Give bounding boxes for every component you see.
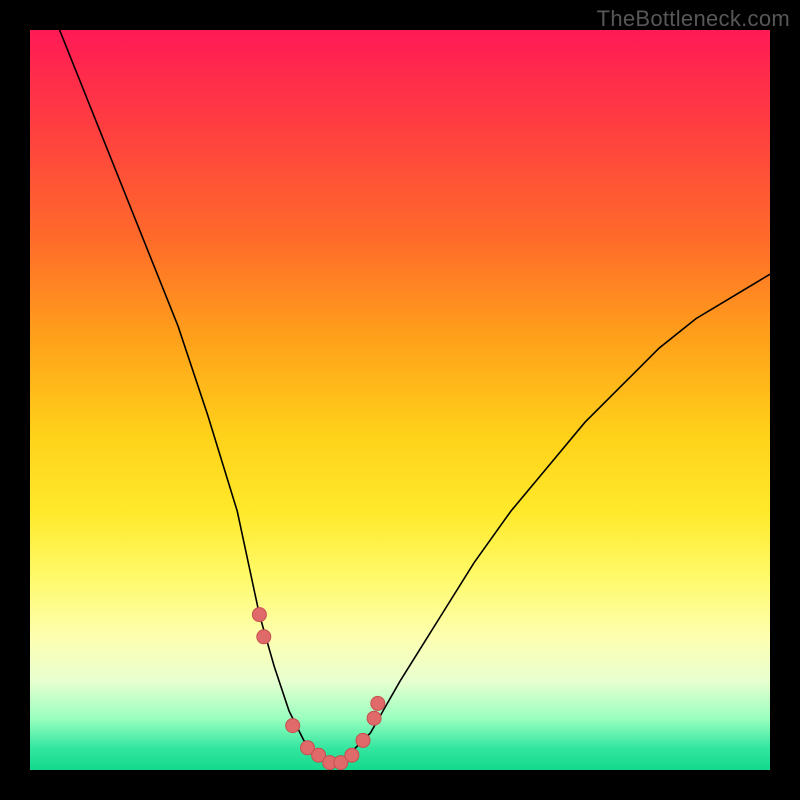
marker-group xyxy=(252,608,384,770)
chart-frame: TheBottleneck.com xyxy=(0,0,800,800)
curve-marker xyxy=(367,711,381,725)
plot-area xyxy=(30,30,770,770)
curve-marker xyxy=(345,748,359,762)
curve-marker xyxy=(252,608,266,622)
curve-svg xyxy=(30,30,770,770)
curve-marker xyxy=(257,630,271,644)
curve-marker xyxy=(371,696,385,710)
bottleneck-curve xyxy=(60,30,770,763)
curve-marker xyxy=(356,733,370,747)
curve-marker xyxy=(286,719,300,733)
watermark-text: TheBottleneck.com xyxy=(597,6,790,32)
